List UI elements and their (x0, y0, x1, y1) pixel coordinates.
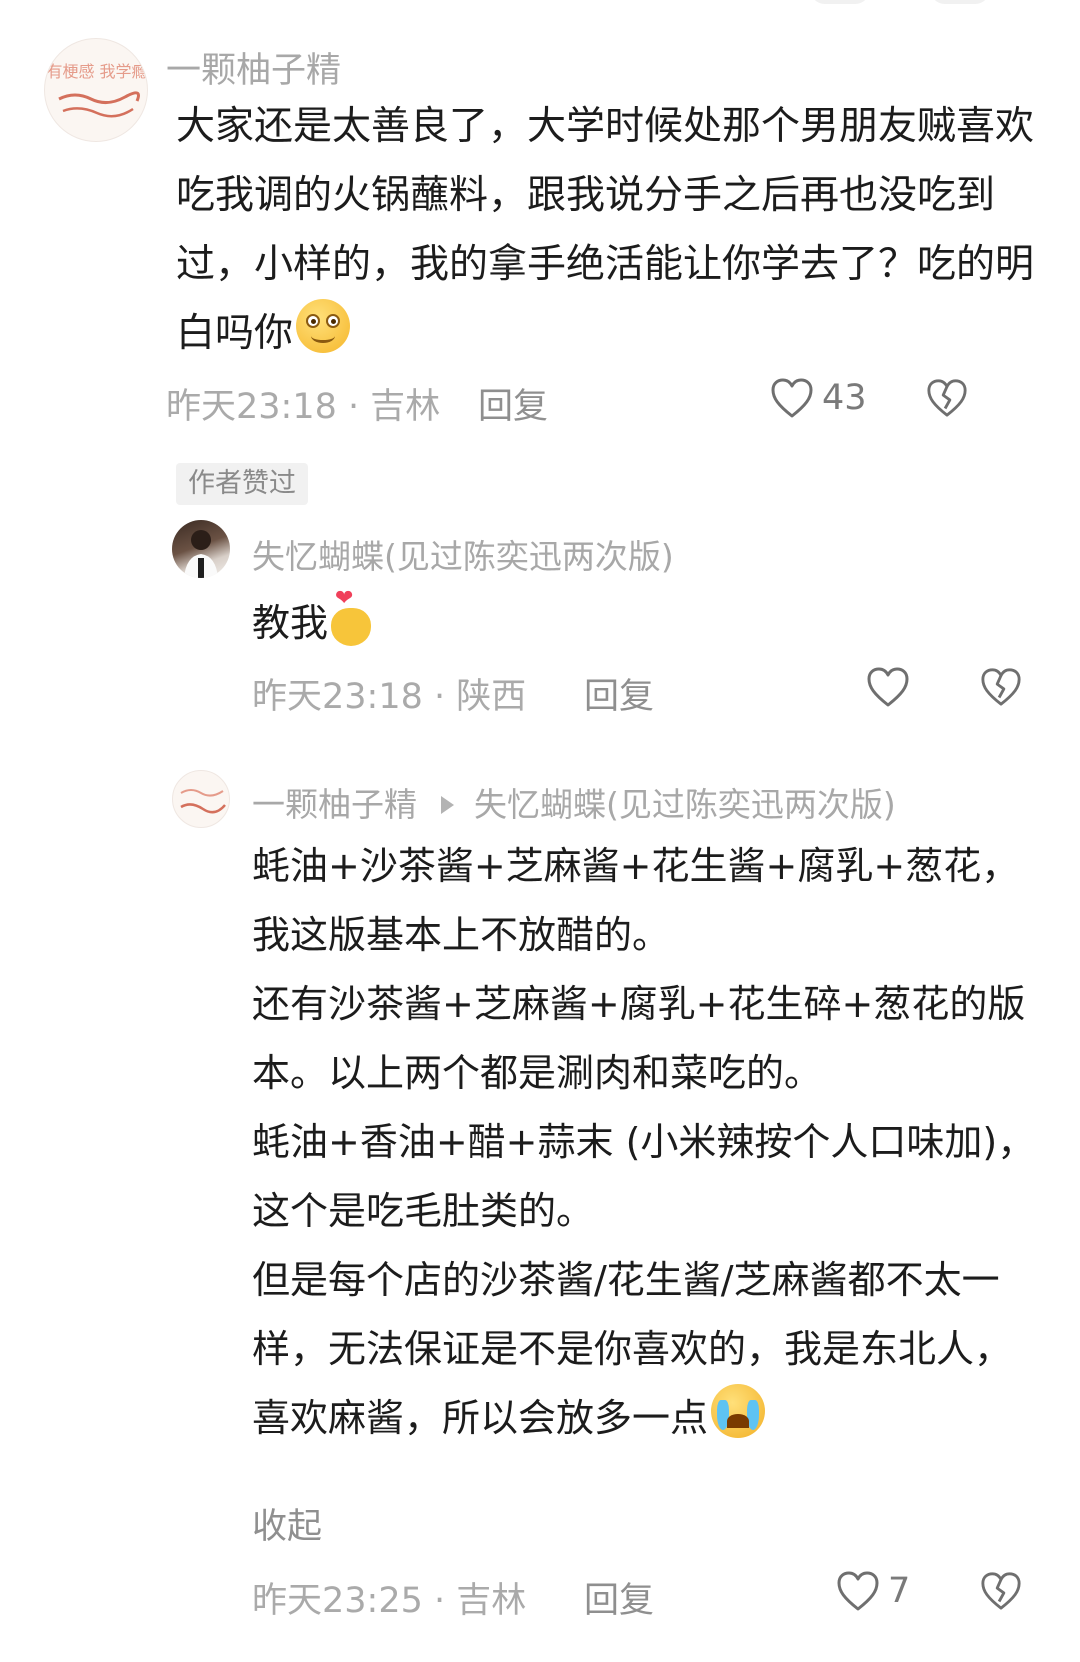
reply-button[interactable]: 回复 (584, 668, 654, 719)
meta-separator: · (434, 1581, 446, 1621)
avatar[interactable] (172, 520, 230, 578)
meta-separator: · (434, 677, 446, 717)
avatar-photo-icon (184, 530, 218, 578)
heart-outline-icon (770, 377, 814, 419)
comment-body: 教我 ❤ (252, 588, 1040, 658)
avatar[interactable] (172, 770, 230, 828)
comment-time: 昨天23:25 (252, 1581, 423, 1621)
comment-body: 蚝油+沙茶酱+芝麻酱+花生酱+腐乳+葱花，我这版基本上不放醋的。 还有沙茶酱+芝… (252, 832, 1040, 1453)
dislike-button[interactable] (926, 377, 968, 419)
author-liked-badge: 作者赞过 (176, 463, 308, 505)
collapse-button[interactable]: 收起 (252, 1498, 322, 1549)
comment-paragraph: 蚝油+香油+醋+蒜末 (小米辣按个人口味加)，这个是吃毛肚类的。 (252, 1120, 1036, 1233)
like-button[interactable]: 43 (770, 377, 867, 419)
comment-location: 吉林 (370, 387, 441, 427)
reply-button[interactable]: 回复 (478, 378, 548, 429)
top-pill-left (810, 0, 870, 4)
comment-meta: 昨天23:18 · 陕西 (252, 668, 526, 719)
comment-meta: 昨天23:18 · 吉林 (166, 378, 440, 429)
heart-outline-icon (866, 666, 910, 708)
finger-heart-emoji-icon: ❤ (331, 588, 373, 648)
avatar-calligraphy-icon (180, 789, 226, 814)
comment-paragraph: 还有沙茶酱+芝麻酱+腐乳+花生碎+葱花的版本。以上两个都是涮肉和菜吃的。 (252, 982, 1026, 1095)
reply-arrow-icon (441, 796, 454, 814)
reply-button[interactable]: 回复 (584, 1572, 654, 1623)
comment-username[interactable]: 失忆蝴蝶(见过陈奕迅两次版) (252, 530, 674, 578)
svg-text:我有梗感 我学瘾了: 我有梗感 我学瘾了 (45, 62, 148, 81)
meta-separator: · (348, 387, 360, 427)
like-button[interactable] (866, 666, 918, 708)
avatar[interactable]: 我有梗感 我学瘾了 (44, 38, 148, 142)
comment-username[interactable]: 一颗柚子精 (166, 42, 341, 93)
comment-paragraph-last: 但是每个店的沙茶酱/花生酱/芝麻酱都不太一样，无法保证是不是你喜欢的，我是东北人… (252, 1246, 1040, 1453)
avatar-calligraphy-icon: 我有梗感 我学瘾了 (45, 62, 148, 118)
comment-location: 陕西 (456, 677, 527, 717)
broken-heart-icon (926, 377, 968, 419)
comment-time: 昨天23:18 (166, 387, 337, 427)
broken-heart-icon (980, 1570, 1022, 1612)
like-count: 7 (888, 1571, 911, 1611)
crying-emoji-icon (711, 1384, 766, 1438)
like-button[interactable]: 7 (836, 1570, 910, 1612)
comment-body-text: 教我 (252, 601, 329, 645)
comment-meta: 昨天23:25 · 吉林 (252, 1572, 526, 1623)
comment-location: 吉林 (456, 1581, 527, 1621)
dislike-button[interactable] (980, 666, 1022, 708)
comment-username[interactable]: 一颗柚子精 (252, 785, 417, 824)
comment-username-line: 一颗柚子精 失忆蝴蝶(见过陈奕迅两次版) (252, 778, 896, 826)
top-pill-right (930, 0, 990, 4)
like-count: 43 (822, 378, 867, 418)
reply-to-username[interactable]: 失忆蝴蝶(见过陈奕迅两次版) (474, 785, 896, 824)
top-edge (0, 0, 1080, 6)
comment-paragraph: 但是每个店的沙茶酱/花生酱/芝麻酱都不太一样，无法保证是不是你喜欢的，我是东北人… (252, 1258, 1013, 1440)
smile-emoji-icon (296, 299, 351, 353)
comment-time: 昨天23:18 (252, 677, 423, 717)
comment-paragraph: 蚝油+沙茶酱+芝麻酱+花生酱+腐乳+葱花，我这版基本上不放醋的。 (252, 844, 1020, 957)
comment-body: 大家还是太善良了，大学时候处那个男朋友贼喜欢吃我调的火锅蘸料，跟我说分手之后再也… (176, 92, 1038, 368)
heart-outline-icon (836, 1570, 880, 1612)
broken-heart-icon (980, 666, 1022, 708)
dislike-button[interactable] (980, 1570, 1022, 1612)
